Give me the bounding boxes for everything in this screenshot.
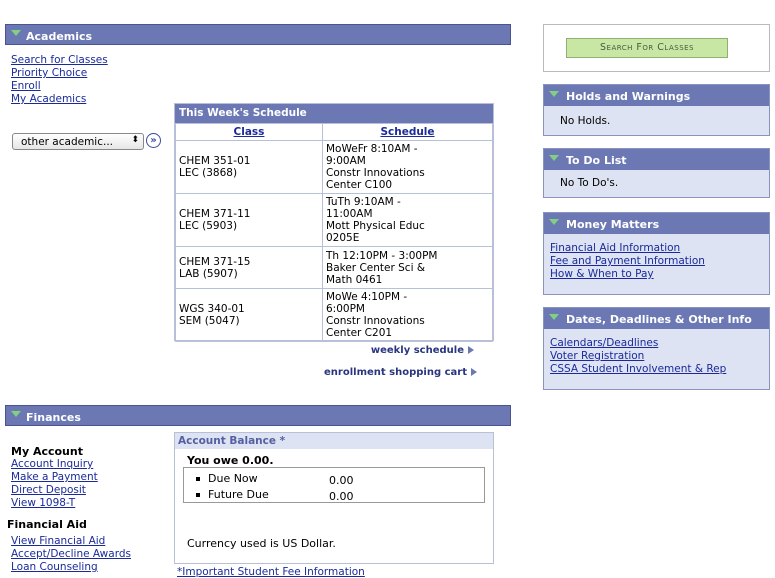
schedule-line: Math 0461 — [326, 273, 383, 286]
schedule-line: Constr Innovations — [326, 167, 425, 179]
future-due-value: 0.00 — [329, 490, 354, 503]
due-now-value: 0.00 — [329, 474, 354, 487]
calendars-deadlines-link[interactable]: Calendars/Deadlines — [550, 337, 658, 349]
todo-body: No To Do's. — [560, 177, 619, 189]
schedule-line: Constr Innovations — [326, 315, 425, 327]
direct-deposit-link[interactable]: Direct Deposit — [11, 484, 86, 496]
search-for-classes-button[interactable]: Search For Classes — [566, 38, 728, 58]
class-code: CHEM 371-15 — [179, 255, 251, 268]
select-arrows-icon: ⬍ — [131, 135, 139, 145]
search-button-container: Search For Classes — [543, 24, 770, 72]
make-payment-link[interactable]: Make a Payment — [11, 471, 98, 483]
schedule-column-header[interactable]: Schedule — [380, 126, 434, 138]
bullet-icon — [196, 493, 200, 497]
collapse-triangle-icon[interactable] — [11, 411, 21, 417]
collapse-triangle-icon[interactable] — [549, 314, 559, 320]
financial-aid-heading: Financial Aid — [7, 518, 87, 531]
priority-choice-link[interactable]: Priority Choice — [11, 67, 87, 79]
arrow-right-icon — [471, 368, 477, 376]
you-owe-text: You owe 0.00. — [187, 454, 274, 467]
my-account-links: Account Inquiry Make a Payment Direct De… — [11, 458, 98, 510]
account-inquiry-link[interactable]: Account Inquiry — [11, 458, 93, 470]
todo-title: To Do List — [566, 154, 627, 167]
schedule-line: MoWeFr 8:10AM - — [326, 143, 418, 155]
loan-counseling-link[interactable]: Loan Counseling — [11, 561, 98, 573]
shopping-cart-link[interactable]: enrollment shopping cart — [324, 367, 477, 378]
fee-payment-info-link[interactable]: Fee and Payment Information — [550, 255, 705, 267]
financial-aid-links: View Financial Aid Accept/Decline Awards… — [11, 535, 131, 574]
schedule-line: Mott Physical Educ — [326, 220, 425, 232]
due-box: Due Now 0.00 Future Due 0.00 — [183, 467, 485, 503]
collapse-triangle-icon[interactable] — [549, 91, 559, 97]
arrow-right-icon — [468, 346, 474, 354]
class-section: SEM (5047) — [179, 315, 240, 327]
holds-panel: Holds and Warnings No Holds. — [543, 84, 770, 136]
academics-title: Academics — [26, 30, 93, 43]
todo-panel: To Do List No To Do's. — [543, 148, 770, 198]
class-column-header[interactable]: Class — [234, 126, 265, 138]
schedule-line: Center C100 — [326, 179, 393, 191]
search-button-label: Search For Classes — [599, 42, 695, 53]
schedule-table: Class Schedule CHEM 351-01 LEC (3868) MoW… — [175, 123, 493, 342]
how-when-to-pay-link[interactable]: How & When to Pay — [550, 268, 654, 280]
account-balance-title: Account Balance * — [175, 433, 493, 449]
future-due-label: Future Due — [208, 488, 269, 501]
class-section: LEC (5903) — [179, 220, 238, 232]
student-fee-info-link[interactable]: *Important Student Fee Information — [177, 566, 365, 578]
collapse-triangle-icon[interactable] — [549, 219, 559, 225]
account-balance-panel: Account Balance * You owe 0.00. Due Now … — [174, 432, 494, 564]
finances-header: Finances — [5, 405, 511, 426]
class-code: CHEM 351-01 — [179, 155, 251, 167]
class-code: CHEM 371-11 — [179, 208, 251, 220]
class-code: WGS 340-01 — [179, 303, 245, 315]
weekly-schedule-link[interactable]: weekly schedule — [371, 345, 474, 356]
my-account-heading: My Account — [11, 445, 83, 458]
schedule-line: 9:00AM — [326, 155, 366, 167]
schedule-line: 6:00PM — [326, 303, 365, 315]
table-row: CHEM 371-11 LEC (5903) TuTh 9:10AM -11:00… — [175, 193, 493, 247]
schedule-line: TuTh 9:10AM - — [326, 196, 401, 208]
academics-header: Academics — [5, 24, 511, 45]
view-1098t-link[interactable]: View 1098-T — [11, 497, 75, 509]
dates-title: Dates, Deadlines & Other Info — [566, 313, 752, 326]
schedule-line: 0205E — [326, 232, 360, 244]
view-financial-aid-link[interactable]: View Financial Aid — [11, 535, 105, 547]
currency-text: Currency used is US Dollar. — [187, 537, 336, 550]
financial-aid-info-link[interactable]: Financial Aid Information — [550, 242, 680, 254]
go-arrow-icon[interactable]: » — [146, 133, 161, 148]
academics-links: Search for Classes Priority Choice Enrol… — [11, 54, 108, 106]
holds-title: Holds and Warnings — [566, 90, 691, 103]
collapse-triangle-icon[interactable] — [549, 155, 559, 161]
schedule-line: Th 12:10PM - 3:00PM — [326, 249, 438, 262]
due-now-label: Due Now — [208, 472, 258, 485]
weekly-schedule-label: weekly schedule — [370, 345, 464, 356]
enroll-link[interactable]: Enroll — [11, 80, 41, 92]
other-academic-select[interactable]: other academic... ⬍ — [12, 133, 144, 150]
collapse-triangle-icon[interactable] — [11, 30, 21, 36]
money-title: Money Matters — [566, 218, 660, 231]
finances-title: Finances — [26, 411, 81, 424]
search-for-classes-link[interactable]: Search for Classes — [11, 54, 108, 66]
schedule-title: This Week's Schedule — [175, 104, 493, 123]
holds-body: No Holds. — [560, 115, 611, 127]
money-matters-panel: Money Matters Financial Aid Information … — [543, 212, 770, 295]
dates-panel: Dates, Deadlines & Other Info Calendars/… — [543, 307, 770, 390]
select-value: other academic... — [21, 136, 114, 148]
cssa-involvement-link[interactable]: CSSA Student Involvement & Rep — [550, 363, 726, 375]
schedule-panel: This Week's Schedule Class Schedule CHEM… — [174, 103, 494, 342]
schedule-line: 11:00AM — [326, 208, 373, 220]
voter-registration-link[interactable]: Voter Registration — [550, 350, 644, 362]
table-row: CHEM 351-01 LEC (3868) MoWeFr 8:10AM -9:0… — [175, 140, 493, 194]
my-academics-link[interactable]: My Academics — [11, 93, 86, 105]
class-section: LAB (5907) — [179, 267, 238, 280]
table-row: WGS 340-01 SEM (5047) MoWe 4:10PM -6:00PM… — [175, 288, 493, 342]
table-row: CHEM 371-15 LAB (5907) Th 12:10PM - 3:00P… — [175, 246, 493, 289]
accept-decline-awards-link[interactable]: Accept/Decline Awards — [11, 548, 131, 560]
class-section: LEC (3868) — [179, 167, 238, 179]
schedule-line: Center C201 — [326, 327, 393, 339]
bullet-icon — [196, 477, 200, 481]
schedule-line: Baker Center Sci & — [326, 261, 426, 274]
shopping-cart-label: enrollment shopping cart — [324, 367, 467, 378]
schedule-line: MoWe 4:10PM - — [326, 291, 408, 303]
